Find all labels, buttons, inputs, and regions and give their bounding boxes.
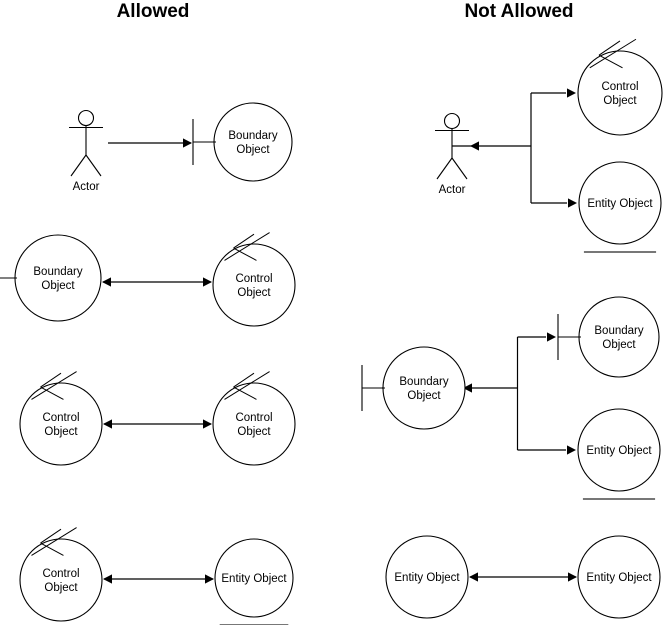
arrow-head-icon: [205, 574, 214, 584]
control-object-label-line: Control: [42, 568, 79, 580]
diagram-row: Actor Boundary Object: [69, 102, 293, 194]
diagram-row: Boundary Object Control Object: [0, 232, 296, 327]
arrow-head-icon: [103, 419, 112, 429]
boundary-object-label-line: Boundary: [594, 325, 643, 337]
arrow-head-icon: [102, 277, 111, 287]
control-circle: [19, 538, 103, 622]
control-circle: [212, 243, 296, 327]
column-header-not-allowed: Not Allowed: [464, 1, 573, 22]
robustness-diagram-canvas: Allowed Not Allowed Actor Boundary Object B…: [0, 0, 663, 625]
connector-group: [103, 574, 214, 584]
boundary-circle: [382, 346, 466, 430]
entity-object-label-line: Entity Object: [586, 572, 652, 584]
control-object-label-line: Object: [44, 582, 78, 594]
entity-object-label: Entity Object: [586, 572, 652, 584]
control-object-label-line: Control: [235, 412, 272, 424]
entity-object-label-line: Entity Object: [221, 573, 287, 585]
boundary-object-label-line: Object: [41, 280, 75, 292]
entity-object-label-line: Entity Object: [394, 572, 460, 584]
control-circle: [577, 50, 663, 136]
entity-object-label-line: Entity Object: [586, 445, 652, 457]
boundary-object-icon[interactable]: Boundary Object: [361, 346, 466, 430]
boundary-circle: [578, 296, 660, 378]
boundary-object-label-line: Boundary: [228, 130, 277, 142]
connector-group: [102, 277, 212, 287]
actor-leg-left: [70, 154, 87, 177]
control-circle: [19, 382, 103, 466]
entity-object-icon[interactable]: Entity Object: [577, 535, 661, 625]
actor-label: Actor: [73, 181, 100, 193]
arrow-head-icon: [567, 445, 576, 455]
arrow-head-icon: [568, 198, 577, 208]
control-object-icon[interactable]: Control Object: [19, 527, 103, 622]
entity-object-label: Entity Object: [221, 573, 287, 585]
boundary-object-icon[interactable]: Boundary Object: [192, 102, 293, 182]
diagram-svg: Allowed Not Allowed ActorBoundaryObjectB…: [0, 1, 663, 625]
arrow-head-icon: [547, 332, 556, 342]
boundary-object-label-line: Object: [236, 144, 270, 156]
arrow-head-icon: [103, 574, 112, 584]
boundary-object-label-line: Object: [407, 390, 441, 402]
control-object-label-line: Object: [237, 287, 271, 299]
actor-leg-right: [451, 157, 468, 180]
entity-object-label: Entity Object: [586, 445, 652, 457]
connector-group: [108, 138, 192, 148]
diagram-row: Actor Control Object Entity Object: [435, 38, 663, 253]
connector-group: [469, 572, 577, 582]
arrow-head-icon: [203, 419, 212, 429]
connector-group: [103, 419, 212, 429]
control-object-label-line: Object: [237, 426, 271, 438]
boundary-object-label-line: Boundary: [33, 266, 82, 278]
boundary-object-icon[interactable]: Boundary Object: [557, 296, 660, 378]
entity-object-label: Entity Object: [587, 198, 653, 210]
column-header-allowed: Allowed: [117, 1, 190, 22]
shapes-layer: ActorBoundaryObjectBoundaryObjectControl…: [0, 38, 663, 625]
control-circle: [212, 382, 296, 466]
actor-leg-right: [85, 154, 102, 177]
entity-object-icon[interactable]: Entity Object: [214, 538, 294, 625]
actor-head: [443, 112, 461, 130]
control-object-label-line: Control: [235, 273, 272, 285]
actor-leg-left: [436, 157, 453, 180]
control-object-icon[interactable]: Control Object: [212, 232, 296, 327]
actor-stick-figure-icon[interactable]: Actor: [69, 109, 103, 194]
boundary-object-label-line: Object: [602, 339, 636, 351]
arrow-head-icon: [203, 277, 212, 287]
control-object-icon[interactable]: Control Object: [212, 371, 296, 466]
control-object-label-line: Object: [44, 426, 78, 438]
control-object-label-line: Control: [601, 81, 638, 93]
diagram-row: Boundary Object Boundary Object Entity Objec…: [361, 296, 661, 500]
arrow-head-icon: [183, 138, 192, 148]
entity-object-label-line: Entity Object: [587, 198, 653, 210]
arrow-head-icon: [470, 141, 479, 151]
entity-object-icon[interactable]: Entity Object: [577, 408, 661, 500]
arrow-head-icon: [568, 572, 577, 582]
actor-head: [77, 109, 95, 127]
boundary-object-icon[interactable]: Boundary Object: [0, 234, 102, 322]
entity-object-icon[interactable]: Entity Object: [385, 535, 469, 625]
arrow-head-icon: [567, 88, 576, 98]
actor-label: Actor: [439, 184, 466, 196]
connector-group: [452, 88, 577, 208]
entity-object-icon[interactable]: Entity Object: [578, 161, 662, 253]
arrow-head-icon: [469, 572, 478, 582]
diagram-row: Control Object Control Object: [19, 371, 296, 466]
boundary-circle: [213, 102, 293, 182]
boundary-circle: [14, 234, 102, 322]
control-object-icon[interactable]: Control Object: [19, 371, 103, 466]
entity-object-label: Entity Object: [394, 572, 460, 584]
diagram-row: Control Object Entity Object: [19, 527, 294, 625]
control-object-label-line: Object: [603, 95, 637, 107]
actor-stick-figure-icon[interactable]: Actor: [435, 112, 469, 197]
control-object-icon[interactable]: Control Object: [577, 38, 663, 136]
diagram-row: Entity Object Entity Object: [385, 535, 661, 625]
boundary-object-label-line: Boundary: [399, 376, 448, 388]
control-object-label-line: Control: [42, 412, 79, 424]
